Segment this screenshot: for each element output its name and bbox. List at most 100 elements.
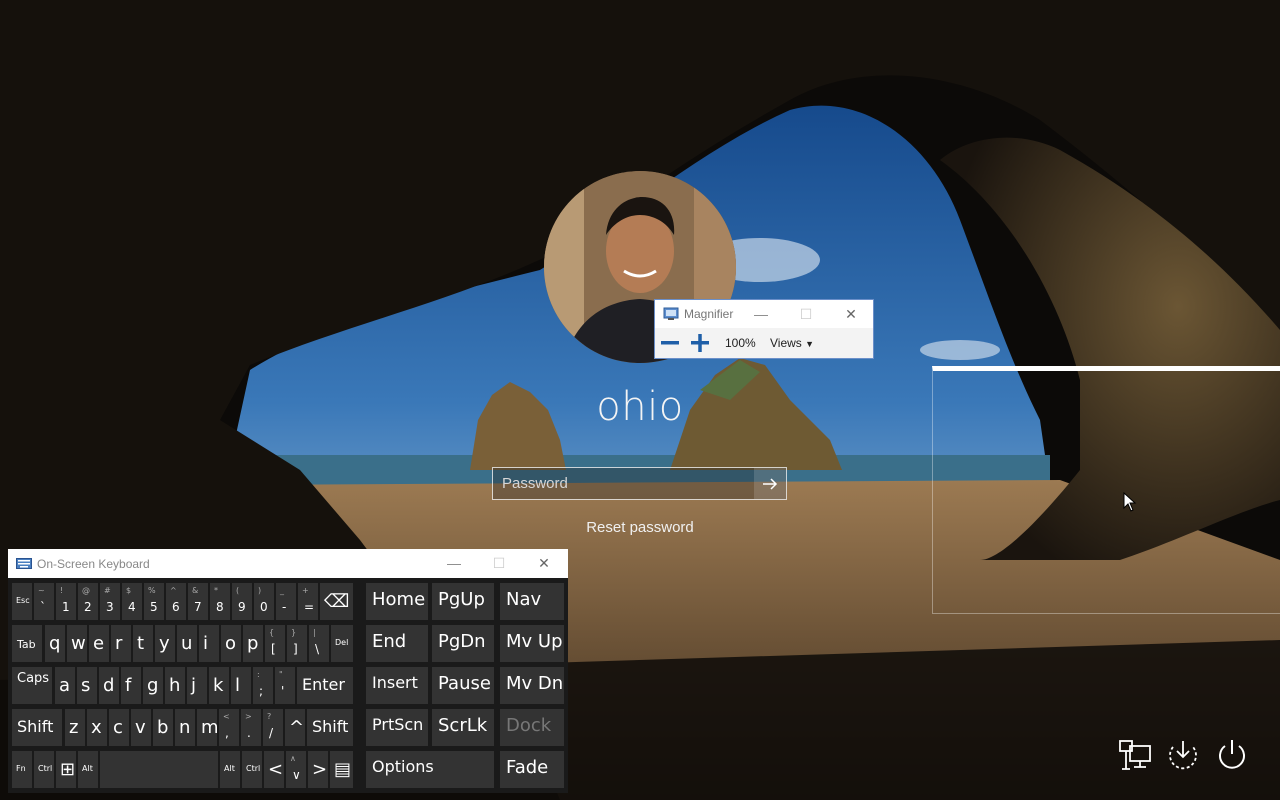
key-alt[interactable]: Alt bbox=[78, 751, 98, 788]
key-y[interactable]: y bbox=[155, 625, 175, 662]
key-5[interactable]: 5% bbox=[144, 583, 164, 620]
key-9[interactable]: 9( bbox=[232, 583, 252, 620]
key-sym-2-10[interactable]: ;: bbox=[253, 667, 273, 704]
password-input[interactable] bbox=[493, 468, 755, 499]
zoom-in-button[interactable] bbox=[689, 332, 711, 354]
key-l[interactable]: l bbox=[231, 667, 251, 704]
zoom-out-button[interactable] bbox=[659, 332, 681, 354]
key-e[interactable]: e bbox=[89, 625, 109, 662]
key-7[interactable]: 7 & bbox=[188, 583, 208, 620]
key-sym-4-7[interactable]: < bbox=[264, 751, 284, 788]
key-g[interactable]: g bbox=[143, 667, 163, 704]
key-prtscn[interactable]: PrtScn bbox=[366, 709, 428, 746]
key-mv-dn[interactable]: Mv Dn bbox=[500, 667, 564, 704]
key-v[interactable]: v bbox=[131, 709, 151, 746]
key-pause[interactable]: Pause bbox=[432, 667, 494, 704]
key-sym-4-2[interactable]: ⊞ bbox=[56, 751, 76, 788]
key-sym-3-10[interactable]: /? bbox=[263, 709, 283, 746]
key-fade[interactable]: Fade bbox=[500, 751, 564, 788]
power-button[interactable] bbox=[1214, 737, 1250, 773]
key-sym-1-11[interactable]: [{ bbox=[265, 625, 285, 662]
key-sym-2-11[interactable]: ' " bbox=[275, 667, 295, 704]
key-insert[interactable]: Insert bbox=[366, 667, 428, 704]
key-q[interactable]: q bbox=[45, 625, 65, 662]
key-nav[interactable]: Nav bbox=[500, 583, 564, 620]
key-enter[interactable]: Enter bbox=[297, 667, 353, 704]
key-sym-4-8[interactable]: ∨ ∧ bbox=[286, 751, 306, 788]
key-j[interactable]: j bbox=[187, 667, 207, 704]
key-p[interactable]: p bbox=[243, 625, 263, 662]
key-o[interactable]: o bbox=[221, 625, 241, 662]
key-end[interactable]: End bbox=[366, 625, 428, 662]
key-m[interactable]: m bbox=[197, 709, 217, 746]
key-sym-0-1[interactable]: ` ~ bbox=[34, 583, 54, 620]
network-button[interactable] bbox=[1118, 737, 1154, 773]
key-2[interactable]: 2 @ bbox=[78, 583, 98, 620]
key-sym-3-9[interactable]: . > bbox=[241, 709, 261, 746]
key-caps[interactable]: Caps bbox=[12, 667, 52, 704]
key-sym-1-12[interactable]: ]} bbox=[287, 625, 307, 662]
key-mv-up[interactable]: Mv Up bbox=[500, 625, 564, 662]
key-tab[interactable]: Tab bbox=[12, 625, 42, 662]
key-r[interactable]: r bbox=[111, 625, 131, 662]
key-d[interactable]: d bbox=[99, 667, 119, 704]
key-1[interactable]: 1! bbox=[56, 583, 76, 620]
key-label: 1 bbox=[62, 600, 70, 614]
key-k[interactable]: k bbox=[209, 667, 229, 704]
key-esc[interactable]: Esc bbox=[12, 583, 32, 620]
network-icon bbox=[1119, 740, 1151, 770]
osk-maximize-button[interactable]: ☐ bbox=[476, 549, 522, 577]
key-options[interactable]: Options bbox=[366, 751, 494, 788]
key-sym-3-8[interactable]: , < bbox=[219, 709, 239, 746]
key-fn[interactable]: Fn bbox=[12, 751, 32, 788]
magnifier-maximize-button[interactable]: ☐ bbox=[783, 300, 829, 328]
views-dropdown[interactable]: Views ▼ bbox=[770, 336, 814, 350]
key-dock[interactable]: Dock bbox=[500, 709, 564, 746]
key-ctrl[interactable]: Ctrl bbox=[242, 751, 262, 788]
osk-minimize-button[interactable]: — bbox=[431, 549, 477, 577]
key-sym-0-14[interactable]: ⌫ bbox=[320, 583, 353, 620]
key-0[interactable]: 0) bbox=[254, 583, 274, 620]
magnifier-minimize-button[interactable]: — bbox=[738, 300, 784, 328]
key-z[interactable]: z bbox=[65, 709, 85, 746]
key-h[interactable]: h bbox=[165, 667, 185, 704]
ease-of-access-button[interactable] bbox=[1165, 737, 1201, 773]
key-sym-3-11[interactable]: ^ bbox=[285, 709, 305, 746]
key-shift[interactable]: Shift bbox=[12, 709, 62, 746]
key-x[interactable]: x bbox=[87, 709, 107, 746]
key-shift[interactable]: Shift bbox=[307, 709, 353, 746]
key-home[interactable]: Home bbox=[366, 583, 428, 620]
magnifier-title-bar[interactable]: Magnifier — ☐ ✕ bbox=[655, 300, 873, 328]
key-pgdn[interactable]: PgDn bbox=[432, 625, 494, 662]
key-4[interactable]: 4 $ bbox=[122, 583, 142, 620]
key-i[interactable]: i bbox=[199, 625, 219, 662]
key-w[interactable]: w bbox=[67, 625, 87, 662]
magnifier-close-button[interactable]: ✕ bbox=[828, 300, 874, 328]
key-pgup[interactable]: PgUp bbox=[432, 583, 494, 620]
key-ctrl[interactable]: Ctrl bbox=[34, 751, 54, 788]
key-sym-0-12[interactable]: - _ bbox=[276, 583, 296, 620]
reset-password-link[interactable]: Reset password bbox=[540, 519, 740, 536]
key-f[interactable]: f bbox=[121, 667, 141, 704]
key-3[interactable]: 3 # bbox=[100, 583, 120, 620]
key-u[interactable]: u bbox=[177, 625, 197, 662]
key-scrlk[interactable]: ScrLk bbox=[432, 709, 494, 746]
key-del[interactable]: Del bbox=[331, 625, 353, 662]
submit-arrow-button[interactable] bbox=[754, 468, 786, 499]
osk-close-button[interactable]: ✕ bbox=[521, 549, 567, 577]
key-c[interactable]: c bbox=[109, 709, 129, 746]
key-sym-0-13[interactable]: = + bbox=[298, 583, 318, 620]
key-t[interactable]: t bbox=[133, 625, 153, 662]
key-sym-1-13[interactable]: \ | bbox=[309, 625, 329, 662]
key-a[interactable]: a bbox=[55, 667, 75, 704]
key-alt[interactable]: Alt bbox=[220, 751, 240, 788]
osk-title-bar[interactable]: On-Screen Keyboard — ☐ ✕ bbox=[8, 549, 568, 578]
key-space[interactable] bbox=[100, 751, 218, 788]
key-n[interactable]: n bbox=[175, 709, 195, 746]
key-b[interactable]: b bbox=[153, 709, 173, 746]
key-sym-4-10[interactable]: ▤ bbox=[330, 751, 353, 788]
key-s[interactable]: s bbox=[77, 667, 97, 704]
key-sym-4-9[interactable]: > bbox=[308, 751, 328, 788]
key-6[interactable]: 6 ^ bbox=[166, 583, 186, 620]
key-8[interactable]: 8 * bbox=[210, 583, 230, 620]
